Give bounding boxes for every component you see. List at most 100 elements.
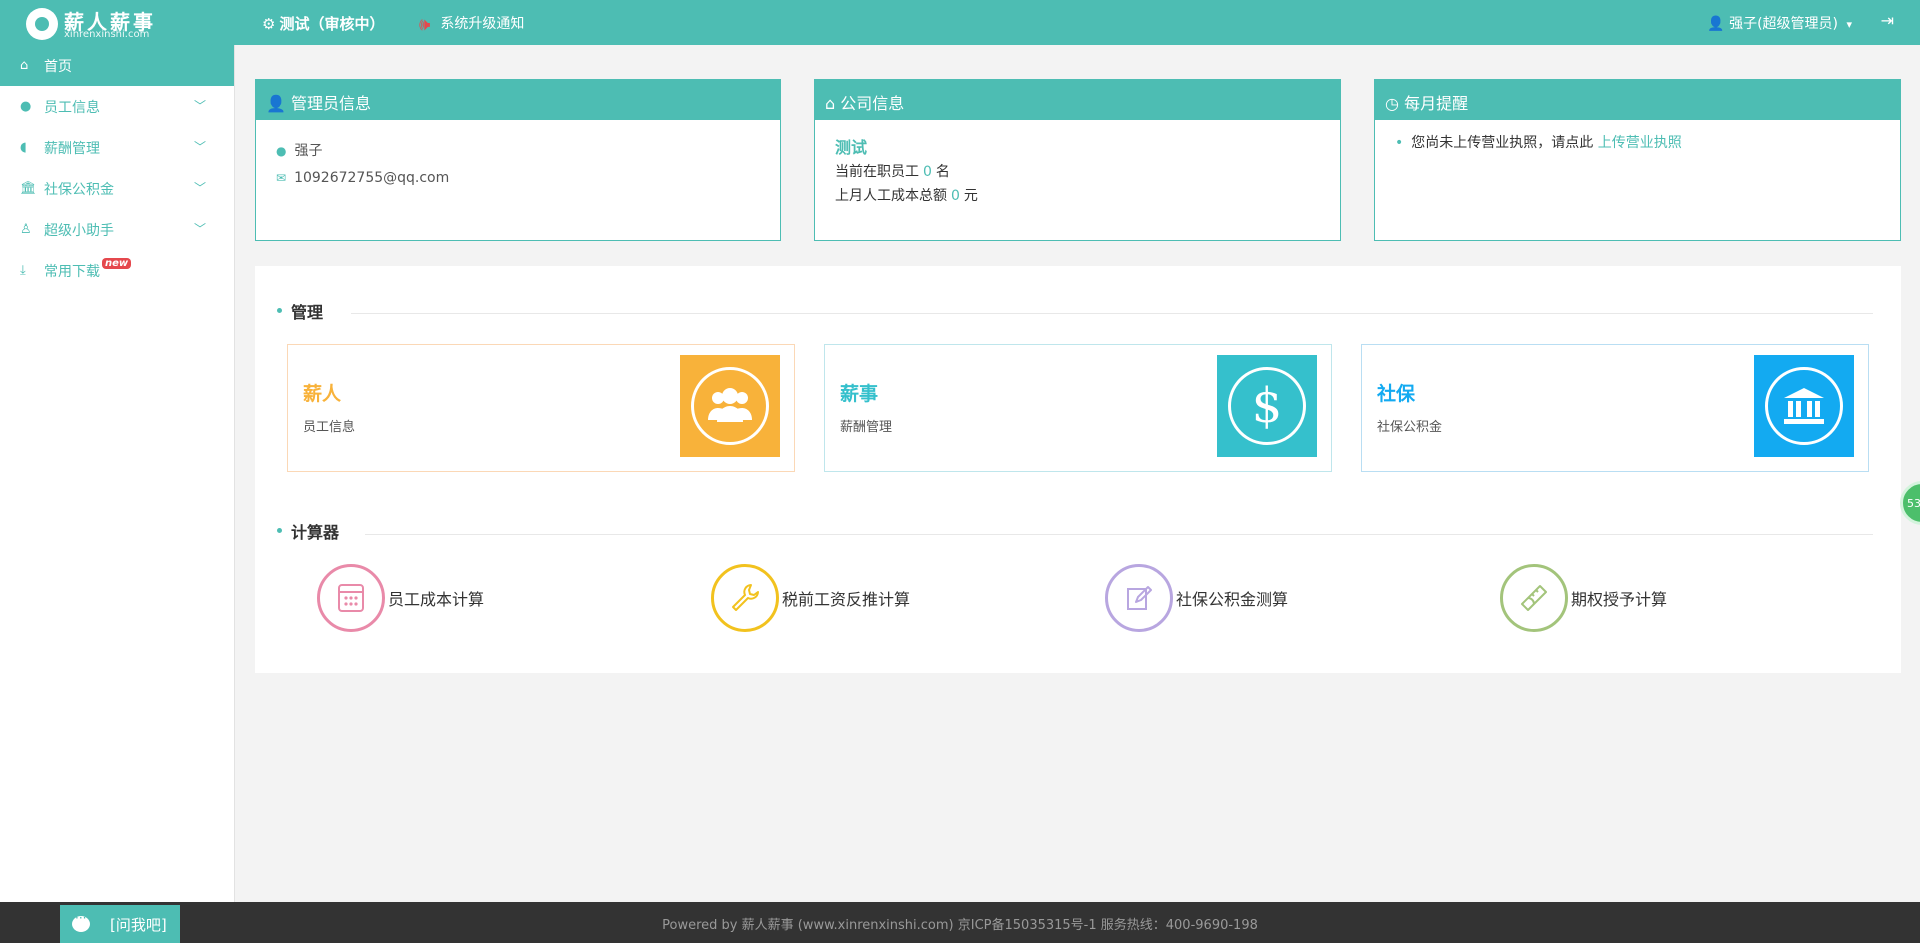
envelope-icon: ✉ xyxy=(276,171,287,185)
staff-unit: 名 xyxy=(935,164,950,180)
sidebar-item-social-security[interactable]: 🏛 社保公积金 ﹀ xyxy=(0,168,234,209)
calculator-icon xyxy=(317,564,385,632)
speaker-icon: 🕪 xyxy=(419,14,431,35)
monthly-reminder-card: ◷ 每月提醒 • 您尚未上传营业执照，请点此 上传营业执照 xyxy=(1374,79,1901,241)
logo[interactable]: 薪人薪事 xinrenxinshi.com xyxy=(26,4,166,42)
user-name: 强子(超级管理员) xyxy=(1729,16,1839,32)
card-header: 👤 管理员信息 xyxy=(256,80,780,120)
cost-row: 上月人工成本总额 0 元 xyxy=(835,184,1320,208)
sidebar: ⌂ 首页 ● 员工信息 ﹀ ◖ 薪酬管理 ﹀ 🏛 社保公积金 ﹀ ♙ 超级小助手… xyxy=(0,45,235,902)
card-title: 管理员信息 xyxy=(291,94,372,113)
calc-label: 税前工资反推计算 xyxy=(782,590,911,609)
sidebar-item-home[interactable]: ⌂ 首页 xyxy=(0,45,234,86)
sidebar-item-salary[interactable]: ◖ 薪酬管理 ﹀ xyxy=(0,127,234,168)
protractor-icon xyxy=(1500,564,1568,632)
floating-widget[interactable]: 53 xyxy=(1900,481,1920,525)
people-icon xyxy=(680,355,780,457)
card-title: 每月提醒 xyxy=(1404,94,1469,113)
ask-me-button[interactable]: [问我吧] xyxy=(60,905,180,943)
sidebar-item-label: 常用下载 xyxy=(44,263,100,280)
logout-icon[interactable]: ⇥ xyxy=(1881,11,1894,30)
sidebar-item-employee-info[interactable]: ● 员工信息 ﹀ xyxy=(0,86,234,127)
top-bar: 薪人薪事 xinrenxinshi.com ⚙ 测试（审核中） 🕪 系统升级通知 👤… xyxy=(0,0,1920,45)
cost-label: 上月人工成本总额 xyxy=(835,188,947,204)
calc-pretax-salary[interactable]: 税前工资反推计算 xyxy=(711,564,910,632)
main-panel: 管理 薪人 员工信息 薪事 薪酬管理 $ 社保 社保公积金 计算器 员工成本计算… xyxy=(255,266,1901,673)
upload-license-link[interactable]: 上传营业执照 xyxy=(1598,135,1682,151)
sidebar-item-helper[interactable]: ♙ 超级小助手 ﹀ xyxy=(0,209,234,250)
sidebar-item-label: 社保公积金 xyxy=(44,181,114,198)
download-icon: ⤓ xyxy=(20,263,26,278)
wrench-icon xyxy=(711,564,779,632)
module-subtitle: 薪酬管理 xyxy=(840,420,893,435)
sidebar-item-label: 员工信息 xyxy=(44,99,100,116)
company-name: 测试 xyxy=(835,138,868,157)
card-header: ◷ 每月提醒 xyxy=(1375,80,1900,120)
bank-icon: 🏛 xyxy=(20,181,37,196)
calc-label: 员工成本计算 xyxy=(388,590,485,609)
company-label: 测试（审核中） xyxy=(279,15,385,33)
bullet: • xyxy=(1395,135,1404,151)
admin-name: 强子 xyxy=(294,143,323,159)
card-title: 公司信息 xyxy=(840,94,905,113)
module-social-security[interactable]: 社保 社保公积金 xyxy=(1361,344,1869,472)
dollar-icon: $ xyxy=(1217,355,1317,457)
chevron-down-icon: ﹀ xyxy=(193,99,206,113)
module-title: 社保 xyxy=(1377,383,1416,405)
home-icon: ⌂ xyxy=(20,58,29,73)
divider xyxy=(365,534,1873,535)
reminder-item: • 您尚未上传营业执照，请点此 上传营业执照 xyxy=(1395,132,1880,152)
footer: Powered by 薪人薪事 (www.xinrenxinshi.com) 京… xyxy=(0,902,1920,943)
user-icon: 👤 xyxy=(1707,16,1725,32)
calc-label: 期权授予计算 xyxy=(1571,590,1668,609)
sidebar-item-label: 薪酬管理 xyxy=(44,140,100,157)
sidebar-item-label: 超级小助手 xyxy=(44,222,114,239)
user-icon: ● xyxy=(276,144,287,158)
clock-icon: ◷ xyxy=(1385,94,1399,113)
company-info-card: ⌂ 公司信息 测试 当前在职员工 0 名 上月人工成本总额 0 元 xyxy=(814,79,1341,241)
sidebar-item-label: 首页 xyxy=(44,58,72,75)
home-icon: ⌂ xyxy=(825,94,836,113)
chat-bubble-icon xyxy=(72,911,90,932)
admin-info-card: 👤 管理员信息 ● 强子 ✉ 1092672755@qq.com xyxy=(255,79,781,241)
staff-count: 0 xyxy=(923,164,932,180)
module-title: 薪人 xyxy=(303,383,342,405)
signal-icon: ◖ xyxy=(20,140,27,155)
calc-option-grant[interactable]: 期权授予计算 xyxy=(1500,564,1667,632)
logo-icon xyxy=(26,8,58,40)
cost-unit: 元 xyxy=(963,188,978,204)
helper-icon: ♙ xyxy=(20,222,32,237)
bank-icon xyxy=(1754,355,1854,457)
manage-section-title: 管理 xyxy=(276,299,323,323)
chevron-down-icon: ﹀ xyxy=(193,181,206,195)
company-switcher[interactable]: ⚙ 测试（审核中） xyxy=(262,13,384,34)
new-badge: new xyxy=(102,258,132,269)
reminder-text: 您尚未上传营业执照，请点此 xyxy=(1411,135,1594,151)
card-header: ⌂ 公司信息 xyxy=(815,80,1340,120)
admin-name-row: ● 强子 xyxy=(276,140,760,160)
calc-employee-cost[interactable]: 员工成本计算 xyxy=(317,564,484,632)
calculator-section-title: 计算器 xyxy=(276,519,339,543)
calc-social-security[interactable]: 社保公积金测算 xyxy=(1105,564,1288,632)
staff-count-row: 当前在职员工 0 名 xyxy=(835,160,1320,184)
module-title: 薪事 xyxy=(840,383,879,405)
user-icon: 👤 xyxy=(266,94,286,113)
user-menu[interactable]: 👤 强子(超级管理员) ▾ xyxy=(1707,13,1852,33)
logo-sub: xinrenxinshi.com xyxy=(64,29,150,40)
module-subtitle: 社保公积金 xyxy=(1377,420,1443,435)
module-salary[interactable]: 薪事 薪酬管理 $ xyxy=(824,344,1332,472)
sidebar-item-downloads[interactable]: ⤓ 常用下载 new xyxy=(0,250,234,291)
admin-email-row: ✉ 1092672755@qq.com xyxy=(276,170,760,186)
staff-label: 当前在职员工 xyxy=(835,164,919,180)
admin-email: 1092672755@qq.com xyxy=(294,170,450,186)
chevron-down-icon: ﹀ xyxy=(193,222,206,236)
module-employee[interactable]: 薪人 员工信息 xyxy=(287,344,795,472)
ask-label: [问我吧] xyxy=(110,915,167,934)
system-notice[interactable]: 🕪 系统升级通知 xyxy=(419,13,524,35)
gear-icon: ⚙ xyxy=(262,15,276,33)
user-icon: ● xyxy=(20,99,32,114)
chevron-down-icon: ﹀ xyxy=(193,140,206,154)
cost-value: 0 xyxy=(951,188,960,204)
module-subtitle: 员工信息 xyxy=(303,420,356,435)
divider xyxy=(351,313,1873,314)
